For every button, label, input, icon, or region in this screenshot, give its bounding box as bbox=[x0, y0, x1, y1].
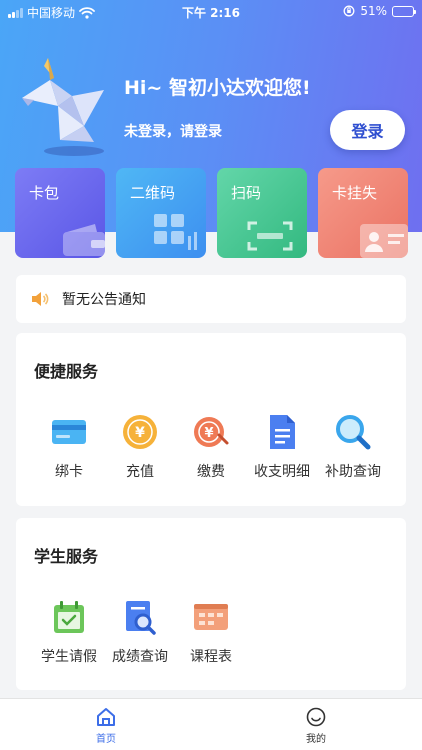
login-hint[interactable]: 未登录，请登录 bbox=[124, 121, 222, 141]
unicorn-mascot-icon bbox=[22, 58, 104, 142]
quick-card-wallet[interactable]: 卡包 bbox=[15, 168, 105, 258]
service-recharge[interactable]: ¥ 充值 bbox=[100, 413, 180, 481]
quick-card-qr-code[interactable]: 二维码 bbox=[116, 168, 206, 258]
svg-text:¥: ¥ bbox=[204, 426, 213, 441]
qr-code-icon bbox=[154, 214, 197, 250]
tab-bar: 首页 我的 bbox=[0, 698, 422, 750]
payment-icon: ¥ bbox=[194, 417, 229, 447]
grade-search-icon bbox=[126, 601, 156, 635]
service-bind-card[interactable]: 绑卡 bbox=[29, 413, 109, 481]
quick-card-label: 二维码 bbox=[130, 184, 176, 202]
service-label: 绑卡 bbox=[55, 464, 83, 480]
rotation-lock-icon bbox=[343, 5, 355, 17]
service-grade-query[interactable]: 成绩查询 bbox=[100, 598, 180, 666]
greeting-text: Hi~ 智初小达欢迎您! bbox=[124, 77, 311, 99]
bank-card-icon bbox=[52, 420, 86, 444]
smiley-icon bbox=[306, 707, 326, 727]
battery-percent: 51% bbox=[360, 4, 387, 18]
service-student-leave[interactable]: 学生请假 bbox=[29, 598, 109, 666]
service-label: 充值 bbox=[126, 464, 154, 480]
service-payment[interactable]: ¥ 缴费 bbox=[171, 413, 251, 481]
scan-icon bbox=[247, 221, 293, 251]
student-services-card: 学生服务 学生请假 成绩查询 课程表 bbox=[16, 518, 406, 690]
document-icon bbox=[270, 415, 295, 449]
home-icon bbox=[97, 708, 115, 726]
svg-text:¥: ¥ bbox=[135, 425, 145, 441]
magnifier-icon bbox=[336, 415, 371, 450]
tab-label: 首页 bbox=[96, 734, 116, 745]
service-course-schedule[interactable]: 课程表 bbox=[171, 598, 251, 666]
service-label: 缴费 bbox=[197, 464, 225, 480]
wallet-icon bbox=[63, 224, 105, 256]
tab-mine[interactable]: 我的 bbox=[286, 707, 346, 745]
status-right: 51% bbox=[343, 4, 416, 18]
section-title: 便捷服务 bbox=[34, 362, 99, 381]
service-label: 课程表 bbox=[190, 649, 232, 665]
notice-text: 暂无公告通知 bbox=[62, 292, 146, 308]
schedule-icon bbox=[194, 604, 228, 630]
calendar-icon bbox=[54, 601, 84, 633]
login-button[interactable]: 登录 bbox=[330, 110, 405, 150]
quick-card-report-loss[interactable]: 卡挂失 bbox=[318, 168, 408, 258]
battery-icon bbox=[392, 5, 416, 17]
yuan-coin-icon: ¥ bbox=[123, 415, 157, 449]
quick-card-label: 卡挂失 bbox=[332, 184, 378, 202]
tab-label: 我的 bbox=[306, 734, 326, 745]
speaker-icon bbox=[32, 292, 49, 306]
service-label: 成绩查询 bbox=[112, 649, 168, 665]
service-label: 补助查询 bbox=[325, 464, 381, 480]
service-label: 收支明细 bbox=[254, 464, 310, 480]
service-transaction-details[interactable]: 收支明细 bbox=[242, 413, 322, 481]
id-card-icon bbox=[360, 224, 408, 258]
section-title: 学生服务 bbox=[34, 547, 99, 566]
service-subsidy-query[interactable]: 补助查询 bbox=[313, 413, 393, 481]
convenient-services-card: 便捷服务 绑卡 ¥ 充值 ¥ 缴费 收支明细 补助查询 bbox=[16, 333, 406, 506]
quick-card-label: 卡包 bbox=[29, 184, 60, 202]
tab-home[interactable]: 首页 bbox=[76, 707, 136, 745]
mascot-shadow bbox=[44, 146, 104, 156]
quick-card-scan[interactable]: 扫码 bbox=[217, 168, 307, 258]
status-bar: 中国移动 下午 2:16 51% bbox=[0, 0, 422, 24]
notice-bar[interactable]: 暂无公告通知 bbox=[16, 275, 406, 323]
service-label: 学生请假 bbox=[41, 649, 97, 665]
quick-card-label: 扫码 bbox=[231, 184, 262, 202]
